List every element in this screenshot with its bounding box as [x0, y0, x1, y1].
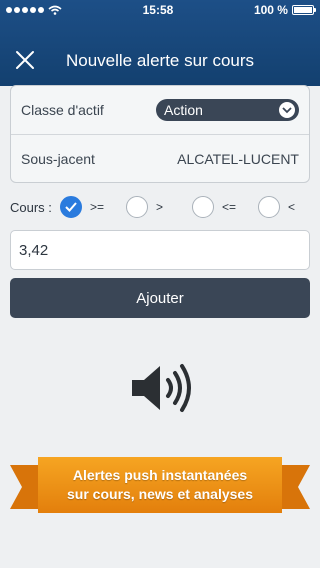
asset-class-select[interactable]: Action [156, 99, 299, 121]
operator-option-gte[interactable]: >= [60, 196, 112, 218]
price-operator-group: Cours : >= > <= < [10, 193, 310, 221]
banner-text: Alertes push instantanées sur cours, new… [38, 457, 282, 513]
checkmark-icon [65, 202, 77, 212]
wifi-icon [48, 5, 62, 15]
promo-banner: Alertes push instantanées sur cours, new… [0, 455, 320, 517]
radio-unchecked[interactable] [192, 196, 214, 218]
page-title: Nouvelle alerte sur cours [65, 51, 255, 70]
underlying-row[interactable]: Sous-jacent ALCATEL-LUCENT [11, 134, 309, 182]
radio-unchecked[interactable] [126, 196, 148, 218]
add-button-label: Ajouter [136, 289, 184, 307]
add-button[interactable]: Ajouter [10, 278, 310, 318]
close-icon[interactable] [14, 49, 36, 71]
radio-unchecked[interactable] [258, 196, 280, 218]
operator-option-lt[interactable]: < [258, 196, 310, 218]
price-value: 3,42 [19, 241, 49, 259]
price-input[interactable]: 3,42 [10, 230, 310, 270]
cours-label: Cours : [10, 199, 52, 215]
app-header: 15:58 100 % Nouvelle alerte sur cours [0, 0, 320, 86]
asset-class-value: Action [164, 102, 203, 118]
status-bar: 15:58 100 % [0, 0, 320, 20]
operator-label: < [288, 200, 296, 214]
operator-option-lte[interactable]: <= [192, 196, 244, 218]
banner-line-2: sur cours, news et analyses [67, 486, 253, 502]
asset-class-label: Classe d'actif [21, 102, 104, 118]
operator-label: <= [222, 200, 237, 214]
underlying-label: Sous-jacent [21, 150, 95, 167]
asset-class-row: Classe d'actif Action [11, 86, 309, 134]
status-time: 15:58 [142, 3, 174, 17]
speaker-icon [132, 364, 191, 412]
banner-line-1: Alertes push instantanées [72, 467, 248, 483]
operator-label: >= [90, 200, 105, 214]
chevron-down-icon [279, 102, 295, 118]
signal-icon [6, 7, 44, 13]
operator-label: > [156, 200, 164, 214]
asset-card: Classe d'actif Action Sous-jacent ALCATE… [10, 85, 310, 183]
underlying-value: ALCATEL-LUCENT [177, 150, 299, 167]
operator-option-gt[interactable]: > [126, 196, 178, 218]
radio-checked[interactable] [60, 196, 82, 218]
battery-icon [291, 5, 316, 15]
battery-percent: 100 % [253, 3, 288, 17]
